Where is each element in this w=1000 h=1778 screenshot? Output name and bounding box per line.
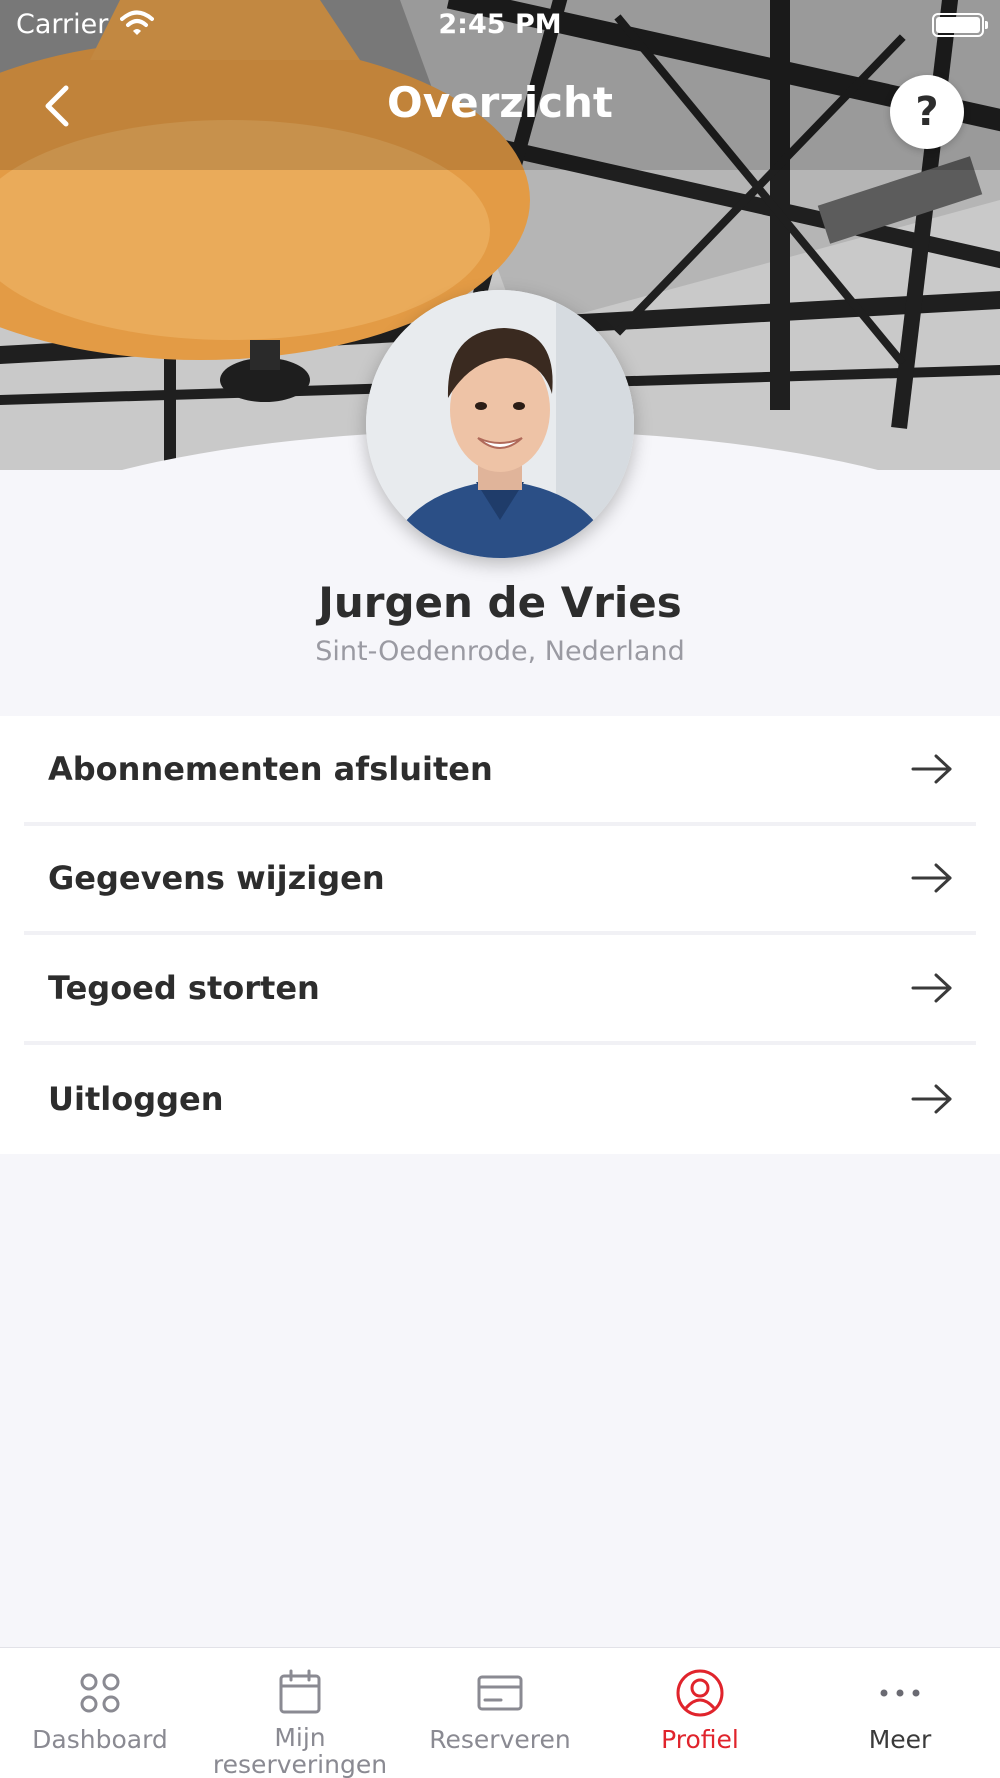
tab-bar: Dashboard Mijn reserveringen Reserveren [0,1647,1000,1778]
menu-item-abonnementen[interactable]: Abonnementen afsluiten [24,716,976,826]
arrow-right-icon [911,1084,952,1114]
menu-item-label: Gegevens wijzigen [48,859,385,898]
avatar-photo [366,290,634,558]
status-time: 2:45 PM [438,9,562,40]
tab-label: Meer [868,1725,932,1754]
status-bar: Carrier 2:45 PM [0,0,1000,50]
tab-label: Dashboard [32,1725,168,1754]
card-icon [477,1675,523,1711]
menu-item-label: Abonnementen afsluiten [48,749,493,788]
arrow-right-icon [911,973,952,1003]
help-button[interactable]: ? [890,75,964,149]
arrow-right-icon [911,863,952,893]
menu-item-uitloggen[interactable]: Uitloggen [24,1045,976,1155]
profile-icon [676,1669,724,1717]
tab-mijn-reserveringen[interactable]: Mijn reserveringen [200,1648,400,1778]
question-mark-icon: ? [915,89,939,135]
battery-icon [932,13,988,37]
profile-menu: Abonnementen afsluiten Gegevens wijzigen… [0,716,1000,1154]
tab-dashboard[interactable]: Dashboard [0,1648,200,1778]
menu-item-label: Uitloggen [48,1080,224,1119]
profile-location: Sint-Oedenrode, Nederland [315,636,685,667]
avatar [366,290,634,558]
dashboard-icon [80,1673,120,1713]
tab-reserveren[interactable]: Reserveren [400,1648,600,1778]
menu-item-label: Tegoed storten [48,968,320,1007]
menu-item-tegoed[interactable]: Tegoed storten [24,935,976,1045]
more-icon [880,1689,920,1697]
arrow-right-icon [911,754,952,784]
menu-item-gegevens[interactable]: Gegevens wijzigen [24,826,976,935]
calendar-icon [279,1669,321,1714]
profile-name: Jurgen de Vries [318,578,682,627]
page-title: Overzicht [387,78,613,127]
tab-meer[interactable]: Meer [800,1648,1000,1778]
tab-label: Profiel [661,1725,739,1754]
tab-label: Mijn reserveringen [212,1723,388,1778]
tab-label: Reserveren [429,1725,571,1754]
tab-profiel[interactable]: Profiel [600,1648,800,1778]
